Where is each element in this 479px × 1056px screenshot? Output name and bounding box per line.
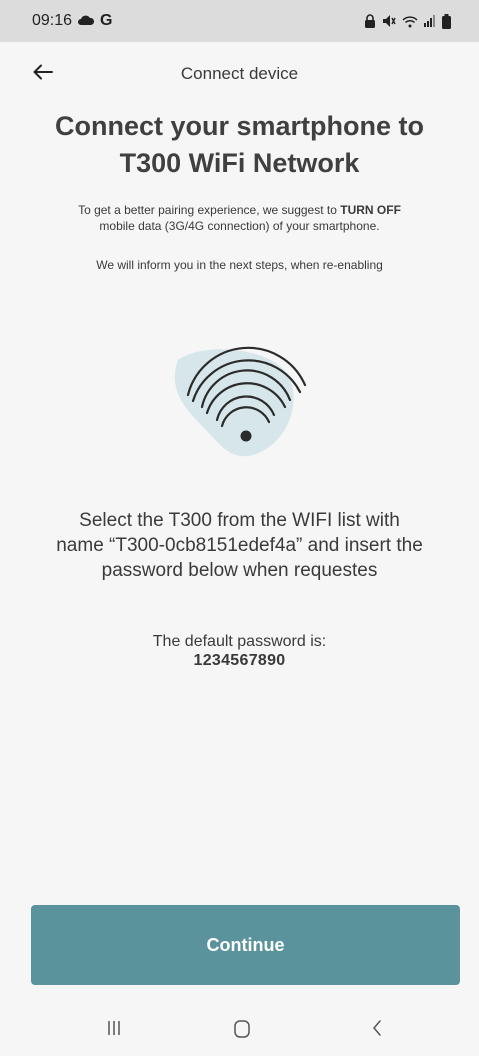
- page-title: Connect device: [180, 64, 299, 83]
- arrow-left-icon: [33, 64, 53, 85]
- notice-emphasis: TURN OFF: [340, 203, 401, 217]
- status-right: [364, 13, 451, 29]
- password-label: The default password is:: [152, 633, 327, 650]
- status-left: 09:16 G: [32, 12, 113, 30]
- home-icon[interactable]: [234, 1020, 250, 1043]
- reenable-notice: We will inform you in the next steps, wh…: [96, 258, 383, 272]
- status-time: 09:16: [32, 12, 73, 29]
- main-heading-line1: Connect your smartphone to: [54, 111, 425, 141]
- continue-button[interactable]: Continue: [31, 905, 460, 985]
- system-nav-bar: [0, 1000, 479, 1056]
- wifi-instructions: Select the T300 from the WIFI list with …: [0, 508, 479, 583]
- notice-text: To get a better pairing experience, we s…: [78, 203, 341, 217]
- google-icon: G: [100, 12, 113, 29]
- wifi-icon: [402, 15, 418, 28]
- recent-apps-icon[interactable]: [107, 1020, 121, 1041]
- main-heading-line2: T300 WiFi Network: [119, 148, 360, 178]
- back-icon[interactable]: [372, 1020, 382, 1041]
- battery-icon: [442, 13, 451, 29]
- password-value: 1234567890: [193, 652, 286, 669]
- instructions-line3: password below when requestes: [101, 560, 378, 581]
- cloud-icon: [78, 12, 95, 30]
- mobile-data-notice: To get a better pairing experience, we s…: [0, 202, 479, 234]
- back-button[interactable]: [28, 60, 58, 88]
- status-bar: 09:16 G: [0, 0, 479, 42]
- lock-icon: [364, 14, 376, 28]
- wifi-icon: [160, 340, 310, 465]
- app-header: Connect device: [0, 54, 479, 94]
- mute-icon: [382, 14, 396, 28]
- instructions-line2: name “T300-0cb8151edef4a” and insert the: [56, 535, 423, 556]
- main-heading: Connect your smartphone to T300 WiFi Net…: [0, 108, 479, 182]
- signal-icon: [424, 15, 436, 27]
- notice-text-line2: mobile data (3G/4G connection) of your s…: [99, 219, 380, 233]
- instructions-line1: Select the T300 from the WIFI list with: [79, 510, 400, 531]
